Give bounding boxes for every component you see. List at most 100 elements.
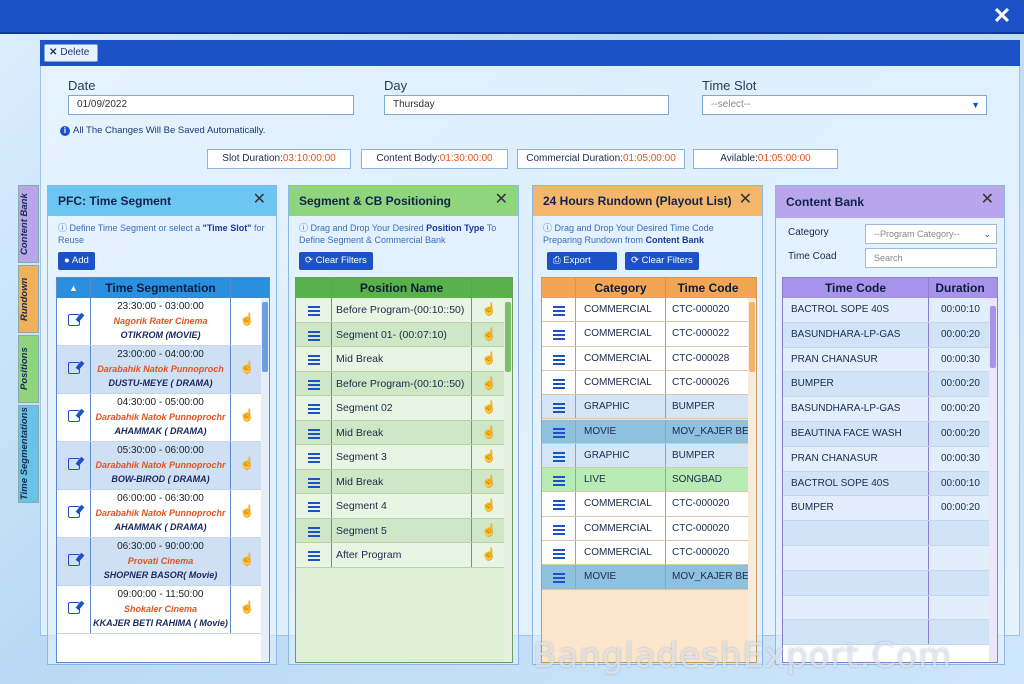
col-duration[interactable]: Duration	[929, 278, 991, 298]
drag-handle-icon[interactable]	[552, 549, 565, 559]
drag-handle-icon[interactable]	[552, 378, 565, 389]
drag-hand-icon[interactable]: ☝	[472, 547, 506, 561]
close-icon[interactable]: ✕	[253, 192, 266, 208]
delete-button[interactable]: ✕ Delete	[44, 44, 98, 62]
edit-icon[interactable]	[67, 458, 80, 470]
close-x-icon[interactable]: ✕	[990, 4, 1014, 28]
table-row[interactable]: 06:00:00 - 06:30:00 Darabahik Natok Punno…	[57, 490, 263, 538]
table-row[interactable]: BACTROL SOPE 40S 00:00:10	[783, 298, 991, 323]
clear-filters-button[interactable]: ⟳ Clear Filters	[625, 252, 699, 270]
table-row[interactable]: MOVIE MOV_KAJER BET	[542, 565, 750, 590]
table-row[interactable]: COMMERCIAL CTC-000020	[542, 516, 750, 541]
timeslot-select[interactable]: --select-- ▼	[702, 95, 987, 115]
edit-icon[interactable]	[67, 602, 80, 614]
col-category[interactable]: Category	[576, 278, 666, 298]
table-row[interactable]: COMMERCIAL CTC-000020	[542, 541, 750, 566]
table-row[interactable]: COMMERCIAL CTC-000028	[542, 346, 750, 371]
edit-icon[interactable]	[67, 362, 80, 374]
table-row[interactable]: COMMERCIAL CTC-000022	[542, 322, 750, 347]
tab-time-segmentations[interactable]: Time Segmentations	[18, 405, 39, 503]
tab-positions[interactable]: Positions	[18, 335, 39, 403]
table-row[interactable]: 09:00:00 - 11:50:00 Shokaler Cinema KKAJER…	[57, 586, 263, 634]
drag-hand-icon[interactable]: ☝	[231, 408, 263, 422]
clear-filters-button[interactable]: ⟳ Clear Filters	[299, 252, 373, 270]
list-item[interactable]: Segment 5 ☝	[296, 518, 506, 543]
export-button[interactable]: ⎙ Export	[547, 252, 617, 270]
drag-handle-icon[interactable]	[307, 453, 320, 463]
day-input[interactable]: Thursday	[384, 95, 669, 115]
drag-hand-icon[interactable]: ☝	[472, 376, 506, 390]
list-item[interactable]: Mid Break ☝	[296, 469, 506, 494]
list-item[interactable]: After Program ☝	[296, 543, 506, 568]
drag-handle-icon[interactable]	[307, 404, 320, 414]
drag-handle-icon[interactable]	[552, 500, 565, 511]
drag-handle-icon[interactable]	[307, 477, 320, 488]
scrollbar[interactable]	[504, 298, 512, 662]
drag-handle-icon[interactable]	[307, 306, 320, 316]
sort-icon[interactable]: ▲	[57, 278, 91, 298]
table-row[interactable]: GRAPHIC BUMPER	[542, 443, 750, 469]
drag-hand-icon[interactable]: ☝	[472, 498, 506, 512]
list-item[interactable]: Segment 02 ☝	[296, 396, 506, 421]
scroll-thumb[interactable]	[990, 306, 996, 368]
drag-handle-icon[interactable]	[307, 502, 320, 512]
drag-handle-icon[interactable]	[552, 354, 565, 365]
drag-hand-icon[interactable]: ☝	[231, 504, 263, 518]
table-row[interactable]: PRAN CHANASUR 00:00:30	[783, 446, 991, 472]
drag-handle-icon[interactable]	[307, 355, 320, 365]
table-row[interactable]: BASUNDHARA-LP-GAS 00:00:20	[783, 322, 991, 348]
col-time-code[interactable]: Time Code	[666, 278, 750, 298]
scrollbar[interactable]	[989, 298, 997, 662]
drag-hand-icon[interactable]: ☝	[231, 552, 263, 566]
scrollbar[interactable]	[261, 298, 269, 662]
table-row[interactable]: LIVE SONGBAD	[542, 468, 750, 493]
table-row[interactable]: 23:00:00 - 04:00:00 Darabahik Natok Punno…	[57, 346, 263, 394]
table-row[interactable]: BUMPER 00:00:20	[783, 496, 991, 522]
table-row[interactable]: COMMERCIAL CTC-000020	[542, 492, 750, 517]
tab-content-bank[interactable]: Content Bank	[18, 185, 39, 263]
list-item[interactable]: Mid Break ☝	[296, 420, 506, 445]
edit-icon[interactable]	[67, 506, 80, 518]
drag-hand-icon[interactable]: ☝	[231, 456, 263, 470]
list-item[interactable]: Before Program-(00:10::50) ☝	[296, 298, 506, 323]
table-row[interactable]: BUMPER 00:00:20	[783, 372, 991, 398]
list-item[interactable]: Segment 3 ☝	[296, 445, 506, 470]
edit-icon[interactable]	[67, 554, 80, 566]
close-icon[interactable]: ✕	[495, 192, 508, 208]
scrollbar[interactable]	[748, 298, 756, 662]
table-row[interactable]: BASUNDHARA-LP-GAS 00:00:20	[783, 397, 991, 422]
drag-handle-icon[interactable]	[552, 330, 565, 341]
table-row[interactable]: PRAN CHANASUR 00:00:30	[783, 347, 991, 373]
drag-hand-icon[interactable]: ☝	[472, 351, 506, 365]
table-row[interactable]: 23:30:00 - 03:00:00 Nagorik Rater Cinema O…	[57, 298, 263, 346]
list-item[interactable]: Segment 4 ☝	[296, 494, 506, 519]
search-input[interactable]: Search	[865, 248, 997, 268]
scroll-thumb[interactable]	[262, 302, 268, 372]
close-icon[interactable]: ✕	[981, 192, 994, 208]
table-row[interactable]: BEAUTINA FACE WASH 00:00:20	[783, 422, 991, 447]
date-input[interactable]: 01/09/2022	[68, 95, 354, 115]
drag-handle-icon[interactable]	[552, 403, 565, 414]
table-row[interactable]: 05:30:00 - 06:00:00 Darabahik Natok Punno…	[57, 442, 263, 490]
table-row[interactable]: COMMERCIAL CTC-000020	[542, 298, 750, 323]
drag-handle-icon[interactable]	[552, 451, 565, 462]
drag-handle-icon[interactable]	[552, 306, 565, 316]
drag-hand-icon[interactable]: ☝	[472, 474, 506, 488]
add-button[interactable]: ● Add	[58, 252, 95, 270]
drag-handle-icon[interactable]	[307, 428, 320, 439]
drag-hand-icon[interactable]: ☝	[472, 302, 506, 316]
edit-icon[interactable]	[67, 314, 80, 326]
drag-hand-icon[interactable]: ☝	[472, 425, 506, 439]
table-row[interactable]: COMMERCIAL CTC-000026	[542, 370, 750, 396]
drag-handle-icon[interactable]	[552, 573, 565, 584]
drag-handle-icon[interactable]	[307, 526, 320, 537]
table-row[interactable]: 04:30:00 - 05:00:00 Darabahik Natok Punno…	[57, 394, 263, 442]
drag-handle-icon[interactable]	[552, 476, 565, 487]
drag-hand-icon[interactable]: ☝	[472, 327, 506, 341]
drag-hand-icon[interactable]: ☝	[231, 600, 263, 614]
col-time-code[interactable]: Time Code	[783, 278, 929, 298]
category-select[interactable]: --Program Category-- ⌄	[865, 224, 997, 244]
drag-handle-icon[interactable]	[552, 427, 565, 438]
scroll-thumb[interactable]	[505, 302, 511, 372]
drag-hand-icon[interactable]: ☝	[231, 360, 263, 374]
